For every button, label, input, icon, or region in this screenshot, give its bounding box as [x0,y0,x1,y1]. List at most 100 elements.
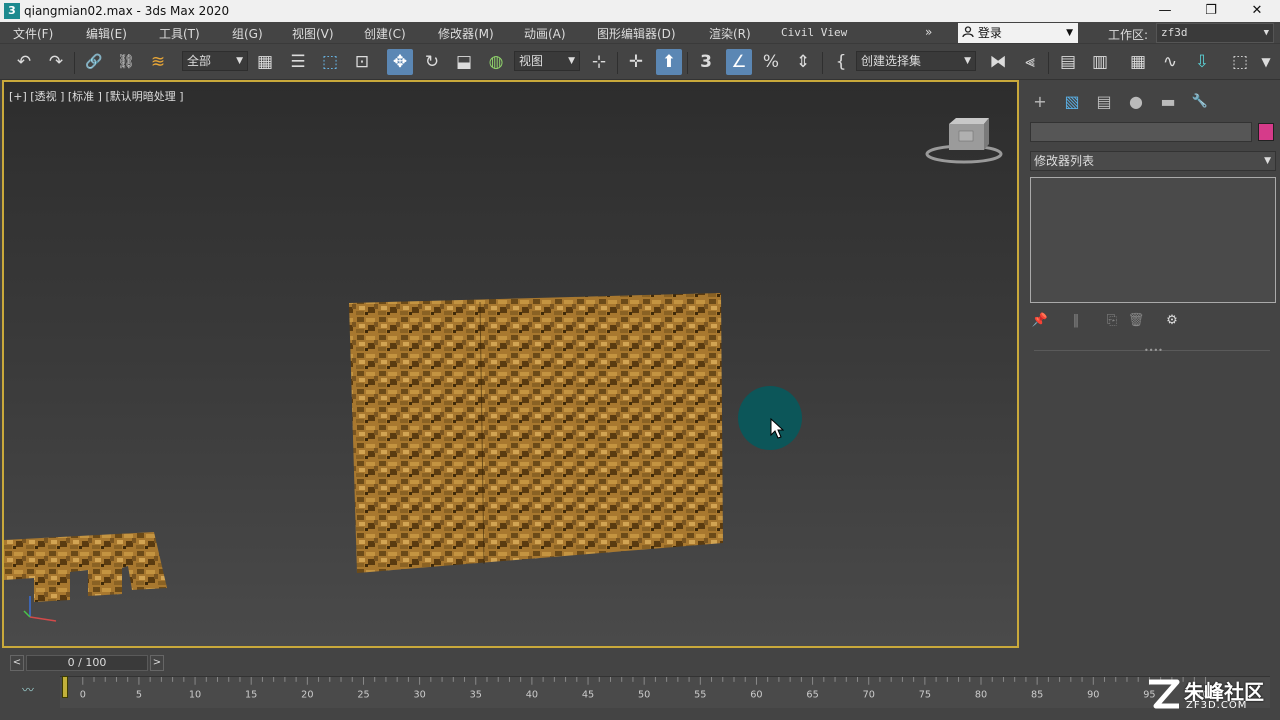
spinner-snap-toggle-icon[interactable]: ⇕ [790,49,816,75]
align-icon[interactable]: ⫷ [1017,49,1043,75]
menu-views[interactable]: 视图(V) [292,25,334,42]
modifier-list-label: 修改器列表 [1034,154,1095,168]
configure-modifier-sets-icon[interactable]: ⚙ [1162,311,1182,331]
select-and-manipulate-icon[interactable]: ✛ [623,49,649,75]
3dsmax-app-icon[interactable]: 3 [4,3,20,19]
angle-snap-toggle-icon[interactable]: ∠ [726,49,752,75]
menu-overflow-button[interactable]: » [925,25,932,39]
chevron-down-icon: ▼ [1066,28,1073,38]
track-tick-label: 35 [470,689,482,700]
edit-named-selection-sets-icon[interactable]: { [828,49,854,75]
track-tick-label: 80 [975,689,987,700]
track-tick-label: 40 [526,689,538,700]
mirror-icon[interactable]: ⧓ [985,49,1011,75]
menu-edit[interactable]: 编辑(E) [86,25,127,42]
login-dropdown[interactable]: 登录 ▼ [958,23,1078,43]
select-and-move-icon[interactable]: ✥ [387,49,413,75]
chevron-down-icon: ▼ [1264,156,1271,166]
timeline: < 0 / 100 > 〰 0 5 10 15 20 25 30 35 40 45 50 55 60 65… [0,650,1280,720]
menu-modifiers[interactable]: 修改器(M) [438,25,494,42]
workspace-select[interactable]: zf3d ▼ [1156,23,1274,43]
reference-coordinate-dropdown[interactable]: 视图 ▼ [514,51,580,71]
track-tick-label: 90 [1087,689,1099,700]
time-slider-prev-button[interactable]: < [10,655,24,671]
viewport-scene [4,118,1003,622]
menu-group[interactable]: 组(G) [232,25,263,42]
rollout-grip-icon[interactable]: •••• [1144,346,1163,355]
modify-tab-icon[interactable]: ▧ [1060,90,1084,114]
menu-animation[interactable]: 动画(A) [524,25,566,42]
zf3d-logo-icon [1149,679,1180,709]
object-name-field[interactable] [1030,122,1252,142]
select-and-link-icon[interactable]: 🔗 [81,49,107,75]
track-tick-label: 65 [806,689,818,700]
chevron-down-icon: ▼ [1263,28,1269,38]
minimize-button[interactable]: — [1142,0,1188,22]
remove-modifier-icon[interactable]: 🗑 [1126,311,1146,331]
time-slider-next-button[interactable]: > [150,655,164,671]
title-bar: 3 qiangmian02.max - 3ds Max 2020 — ❐ ✕ [0,0,1280,22]
menu-graph-editors[interactable]: 图形编辑器(D) [597,25,676,42]
toolbar-separator [617,52,618,74]
close-button[interactable]: ✕ [1234,0,1280,22]
bind-to-space-warp-icon[interactable]: ≋ [145,49,171,75]
show-end-result-icon[interactable]: ‖ [1066,311,1086,331]
create-tab-icon[interactable]: + [1028,90,1052,114]
unlink-selection-icon[interactable]: ⛓ [113,49,139,75]
stone-wall-small[interactable] [4,532,167,602]
current-frame-marker[interactable] [62,676,68,698]
make-unique-icon[interactable]: ⎘ [1102,311,1122,331]
viewcube-icon[interactable] [925,118,1003,164]
window-crossing-icon[interactable]: ⊡ [349,49,375,75]
named-selection-sets-value: 创建选择集 [861,54,922,68]
toggle-scene-explorer-icon[interactable]: ▤ [1055,49,1081,75]
maximize-button[interactable]: ❐ [1188,0,1234,22]
time-slider[interactable]: 0 / 100 [26,655,148,671]
main-toolbar: ↶ ↷ 🔗 ⛓ ≋ 全部 ▼ ▦ ☰ ⬚ ⊡ ✥ ↻ ⬓ ◍ 视图 ▼ ⊹ ✛ … [0,44,1280,80]
menu-bar: 文件(F) 编辑(E) 工具(T) 组(G) 视图(V) 创建(C) 修改器(M… [0,22,1280,44]
menu-civil-view[interactable]: Civil View [781,26,847,39]
toolbar-separator [1048,52,1049,74]
hierarchy-tab-icon[interactable]: ▤ [1092,90,1116,114]
menu-create[interactable]: 创建(C) [364,25,406,42]
toggle-ribbon-icon[interactable]: ▦ [1125,49,1151,75]
stone-wall-main[interactable] [349,293,723,573]
menu-file[interactable]: 文件(F) [13,25,53,42]
window-title: qiangmian02.max - 3ds Max 2020 [24,4,230,18]
perspective-viewport[interactable]: [+] [透视 ] [标准 ] [默认明暗处理 ] [2,80,1019,648]
schematic-view-icon[interactable]: ⇩ [1189,49,1215,75]
modifier-stack[interactable] [1030,177,1276,303]
pin-stack-icon[interactable]: 📌 [1030,311,1050,331]
modifier-list-dropdown[interactable]: 修改器列表 ▼ [1030,151,1276,171]
material-editor-icon[interactable]: ⬚ [1227,49,1253,75]
toolbar-overflow-icon[interactable]: ▼ [1256,49,1276,75]
select-and-place-icon[interactable]: ◍ [483,49,509,75]
snaps-toggle-icon[interactable]: 3 [693,49,719,75]
keyboard-shortcut-override-icon[interactable]: ⬆ [656,49,682,75]
display-tab-icon[interactable]: ▬ [1156,90,1180,114]
rectangular-selection-region-icon[interactable]: ⬚ [317,49,343,75]
toolbar-separator [687,52,688,74]
curve-editor-toggle-icon[interactable]: 〰 [22,681,34,698]
track-bar[interactable]: 0 5 10 15 20 25 30 35 40 45 50 55 60 65 70 75 80 85 90 95 10… [60,676,1270,708]
watermark: 朱峰社区 ZF3D.COM [1146,676,1276,716]
use-pivot-point-center-icon[interactable]: ⊹ [586,49,612,75]
named-selection-sets-dropdown[interactable]: 创建选择集 ▼ [856,51,976,71]
select-and-scale-icon[interactable]: ⬓ [451,49,477,75]
select-by-name-icon[interactable]: ☰ [285,49,311,75]
percent-snap-toggle-icon[interactable]: % [758,49,784,75]
redo-icon[interactable]: ↷ [43,49,69,75]
toggle-layer-explorer-icon[interactable]: ▥ [1087,49,1113,75]
select-object-icon[interactable]: ▦ [252,49,278,75]
curve-editor-icon[interactable]: ∿ [1157,49,1183,75]
select-and-rotate-icon[interactable]: ↻ [419,49,445,75]
object-color-swatch[interactable] [1258,123,1274,141]
motion-tab-icon[interactable]: ● [1124,90,1148,114]
utilities-tab-icon[interactable]: 🔧 [1188,90,1212,114]
menu-tools[interactable]: 工具(T) [159,25,200,42]
command-panel: + ▧ ▤ ● ▬ 🔧 修改器列表 ▼ 📌 ‖ ⎘ 🗑 ⚙ •••• [1022,80,1280,650]
selection-filter-dropdown[interactable]: 全部 ▼ [182,51,248,71]
watermark-subtext: ZF3D.COM [1186,700,1248,711]
menu-rendering[interactable]: 渲染(R) [709,25,751,42]
undo-icon[interactable]: ↶ [11,49,37,75]
